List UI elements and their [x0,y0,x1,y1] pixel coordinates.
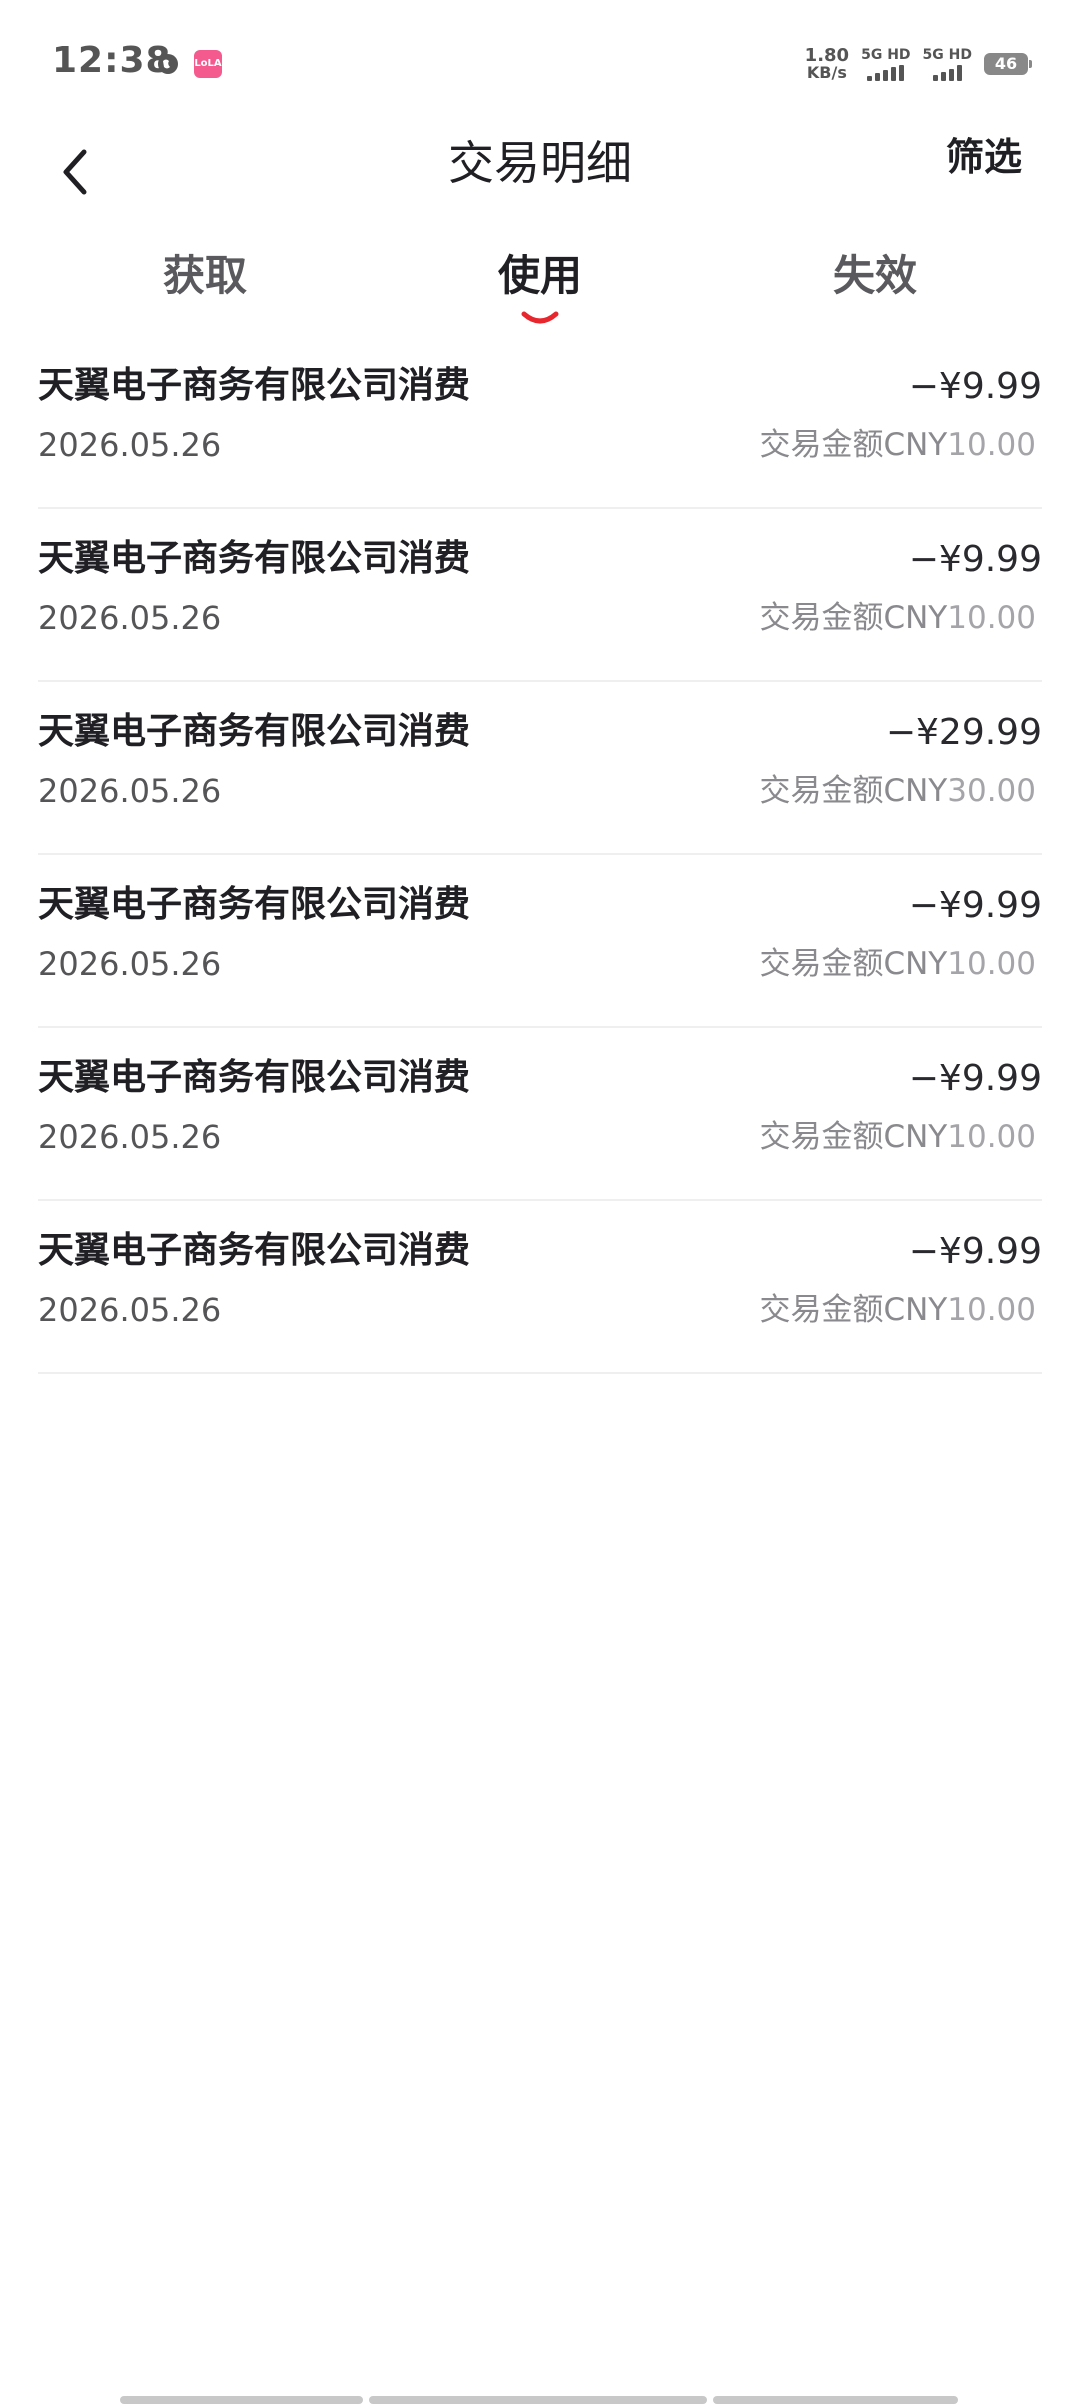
sim1-label: 5G HD [861,47,911,63]
transaction-row[interactable]: 天翼电子商务有限公司消费 2026.05.26 −¥29.99 交易金额CNY3… [38,682,1042,855]
transaction-date: 2026.05.26 [38,426,222,464]
merchant-name: 天翼电子商务有限公司消费 [38,1057,471,1098]
gesture-bar-segment [713,2396,958,2404]
transaction-row[interactable]: 天翼电子商务有限公司消费 2026.05.26 −¥9.99 交易金额CNY10… [38,1028,1042,1201]
transaction-amount: −¥9.99 [908,885,1042,926]
sub-amount-currency: CNY [883,600,948,636]
transaction-sub-amount: 交易金额CNY10.00 [759,1114,1036,1160]
tab-obtain[interactable]: 获取 [105,246,305,306]
sub-amount-label: 交易金额 [759,1119,884,1155]
sub-amount-value: 10.00 [947,1119,1036,1155]
transaction-sub-amount: 交易金额CNY10.00 [759,1287,1036,1333]
sim1-signal: 5G HD [861,47,911,81]
transaction-amount: −¥9.99 [908,1058,1042,1099]
merchant-name: 天翼电子商务有限公司消费 [38,538,471,579]
sub-amount-currency: CNY [883,427,948,463]
sub-amount-currency: CNY [883,946,948,982]
merchant-name: 天翼电子商务有限公司消费 [38,711,471,752]
sim2-signal: 5G HD [923,47,972,81]
transaction-amount: −¥9.99 [908,539,1042,580]
gesture-bar-segment [369,2396,707,2404]
sub-amount-currency: CNY [883,1119,948,1155]
merchant-name: 天翼电子商务有限公司消费 [38,884,471,925]
gesture-bar-segment [120,2396,363,2404]
sim2-label: 5G HD [922,47,972,63]
sub-amount-value: 30.00 [947,773,1036,809]
sub-amount-label: 交易金额 [759,773,884,809]
sub-amount-label: 交易金额 [759,946,884,982]
tab-use[interactable]: 使用 [440,246,640,306]
transaction-row[interactable]: 天翼电子商务有限公司消费 2026.05.26 −¥9.99 交易金额CNY10… [38,1201,1042,1374]
sub-amount-value: 10.00 [947,1292,1036,1328]
network-speed-unit: KB/s [806,63,847,82]
sub-amount-label: 交易金额 [759,600,884,636]
signal-bars-icon [932,65,962,81]
transaction-row[interactable]: 天翼电子商务有限公司消费 2026.05.26 −¥9.99 交易金额CNY10… [38,336,1042,509]
nav-header: 交易明细 筛选 [0,118,1080,238]
transaction-amount: −¥9.99 [908,1231,1042,1272]
status-bar: 12:38 LoLA 1.80 KB/s 5G HD 5G HD 46 [0,0,1080,128]
tab-expired[interactable]: 失效 [775,246,975,306]
sub-amount-value: 10.00 [947,600,1036,636]
globe-icon [158,54,178,74]
sub-amount-value: 10.00 [947,946,1036,982]
transaction-date: 2026.05.26 [38,1291,222,1329]
transaction-sub-amount: 交易金额CNY10.00 [759,422,1036,468]
active-tab-indicator [521,311,559,324]
transaction-date: 2026.05.26 [38,599,222,637]
transaction-sub-amount: 交易金额CNY30.00 [759,768,1036,814]
merchant-name: 天翼电子商务有限公司消费 [38,365,471,406]
transaction-sub-amount: 交易金额CNY10.00 [759,595,1036,641]
transaction-date: 2026.05.26 [38,772,222,810]
network-speed-value: 1.80 [804,45,850,66]
status-time: 12:38 [52,40,172,81]
page-title: 交易明细 [448,136,632,190]
filter-button[interactable]: 筛选 [946,124,1022,190]
network-speed: 1.80 KB/s [804,45,850,82]
transaction-sub-amount: 交易金额CNY10.00 [759,941,1036,987]
sub-amount-currency: CNY [883,1292,948,1328]
transaction-row[interactable]: 天翼电子商务有限公司消费 2026.05.26 −¥9.99 交易金额CNY10… [38,509,1042,682]
gesture-bar[interactable] [120,2396,960,2404]
status-indicators: 1.80 KB/s 5G HD 5G HD 46 [804,44,1032,84]
transaction-list: 天翼电子商务有限公司消费 2026.05.26 −¥9.99 交易金额CNY10… [38,336,1042,1374]
battery-icon: 46 [984,53,1032,75]
sub-amount-value: 10.00 [947,427,1036,463]
sub-amount-currency: CNY [883,773,948,809]
app-notification-icon: LoLA [194,50,222,78]
transaction-date: 2026.05.26 [38,945,222,983]
tab-bar: 获取 使用 失效 [0,236,1080,336]
transaction-row[interactable]: 天翼电子商务有限公司消费 2026.05.26 −¥9.99 交易金额CNY10… [38,855,1042,1028]
merchant-name: 天翼电子商务有限公司消费 [38,1230,471,1271]
signal-bars-icon [867,65,905,81]
transaction-date: 2026.05.26 [38,1118,222,1156]
transaction-amount: −¥9.99 [908,366,1042,407]
sub-amount-label: 交易金额 [759,1292,884,1328]
sub-amount-label: 交易金额 [759,427,884,463]
transaction-amount: −¥29.99 [885,712,1042,753]
